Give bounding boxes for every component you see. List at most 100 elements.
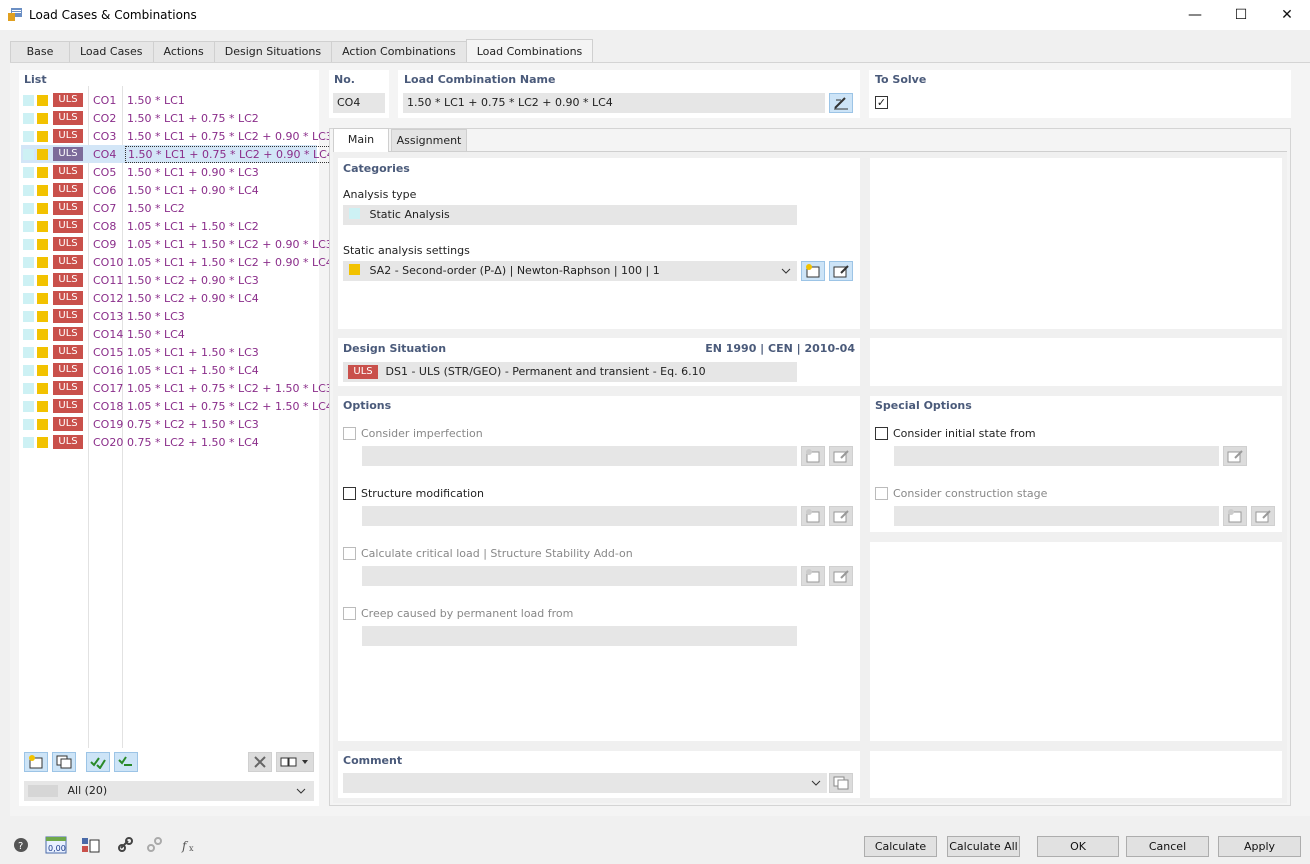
units-button[interactable]: 0,00 <box>44 834 68 856</box>
structure-modification-field[interactable] <box>362 506 797 526</box>
analysis-type-field[interactable]: Static Analysis <box>343 205 797 225</box>
imperfection-field[interactable] <box>362 446 797 466</box>
color-swatch <box>37 167 48 178</box>
subtab-assignment[interactable]: Assignment <box>391 129 467 151</box>
combination-name: 1.50 * LC1 + 0.75 * LC2 + 0.90 * LC3 <box>127 130 333 143</box>
list-item[interactable]: ULS CO19 0.75 * LC2 + 1.50 * LC3 <box>21 415 317 433</box>
list-item[interactable]: ULS CO15 1.05 * LC1 + 1.50 * LC3 <box>21 343 317 361</box>
subtab-main[interactable]: Main <box>333 128 389 152</box>
structure-modification-checkbox[interactable] <box>343 487 356 500</box>
list-item[interactable]: ULS CO4 1.50 * LC1 + 0.75 * LC2 + 0.90 * L… <box>21 145 337 163</box>
critical-load-checkbox[interactable] <box>343 547 356 560</box>
uls-badge: ULS <box>348 365 378 379</box>
list-item[interactable]: ULS CO3 1.50 * LC1 + 0.75 * LC2 + 0.90 * L… <box>21 127 333 145</box>
list-item[interactable]: ULS CO14 1.50 * LC4 <box>21 325 317 343</box>
initial-state-edit-button[interactable] <box>1223 446 1247 466</box>
color-swatch <box>23 329 34 340</box>
structure-modification-edit-button[interactable] <box>829 506 853 526</box>
imperfection-checkbox[interactable] <box>343 427 356 440</box>
critical-load-new-button[interactable] <box>801 566 825 586</box>
list-item[interactable]: ULS CO20 0.75 * LC2 + 1.50 * LC4 <box>21 433 317 451</box>
list-item[interactable]: ULS CO18 1.05 * LC1 + 0.75 * LC2 + 1.50 * … <box>21 397 333 415</box>
combination-id: CO17 <box>93 382 124 395</box>
list-item[interactable]: ULS CO16 1.05 * LC1 + 1.50 * LC4 <box>21 361 317 379</box>
categories-side-panel <box>870 158 1282 329</box>
color-swatch <box>23 419 34 430</box>
new-settings-button[interactable] <box>801 261 825 281</box>
to-solve-checkbox[interactable]: ✓ <box>875 96 888 109</box>
list-item[interactable]: ULS CO1 1.50 * LC1 <box>21 91 317 109</box>
imperfection-new-button[interactable] <box>801 446 825 466</box>
ok-button[interactable]: OK <box>1037 836 1119 857</box>
comment-side-panel <box>870 751 1282 798</box>
close-button[interactable]: ✕ <box>1264 0 1310 30</box>
construction-stage-field[interactable] <box>894 506 1219 526</box>
construction-stage-checkbox[interactable] <box>875 487 888 500</box>
tab-actions[interactable]: Actions <box>152 41 215 62</box>
critical-load-edit-button[interactable] <box>829 566 853 586</box>
creep-checkbox[interactable] <box>343 607 356 620</box>
color-swatch <box>37 257 48 268</box>
list-item[interactable]: ULS CO7 1.50 * LC2 <box>21 199 317 217</box>
list-item[interactable]: ULS CO6 1.50 * LC1 + 0.90 * LC4 <box>21 181 317 199</box>
imperfection-edit-button[interactable] <box>829 446 853 466</box>
cancel-button[interactable]: Cancel <box>1126 836 1209 857</box>
edit-settings-icon <box>1227 450 1243 463</box>
list-item[interactable]: ULS CO9 1.05 * LC1 + 1.50 * LC2 + 0.90 * L… <box>21 235 333 253</box>
edit-settings-button[interactable] <box>829 261 853 281</box>
view-options-button[interactable] <box>276 752 314 772</box>
toggle-check-button[interactable] <box>114 752 138 772</box>
name-field[interactable]: 1.50 * LC1 + 0.75 * LC2 + 0.90 * LC4 <box>403 93 825 113</box>
help-icon: ? <box>14 838 28 852</box>
comment-dropdown[interactable] <box>343 773 827 793</box>
design-standard: EN 1990 | CEN | 2010-04 <box>705 342 855 355</box>
unlink-button[interactable] <box>143 834 167 856</box>
filter-color-swatch <box>28 785 58 797</box>
creep-field[interactable] <box>362 626 797 646</box>
list-item[interactable]: ULS CO13 1.50 * LC3 <box>21 307 317 325</box>
list-item[interactable]: ULS CO8 1.05 * LC1 + 1.50 * LC2 <box>21 217 317 235</box>
construction-stage-new-button[interactable] <box>1223 506 1247 526</box>
list-item[interactable]: ULS CO10 1.05 * LC1 + 1.50 * LC2 + 0.90 * … <box>21 253 333 271</box>
maximize-button[interactable]: ☐ <box>1218 0 1264 30</box>
tab-action-combinations[interactable]: Action Combinations <box>331 41 467 62</box>
list-item[interactable]: ULS CO17 1.05 * LC1 + 0.75 * LC2 + 1.50 * … <box>21 379 333 397</box>
tab-load-cases[interactable]: Load Cases <box>69 41 154 62</box>
to-solve-label: To Solve <box>875 73 927 86</box>
options-header: Options <box>343 399 392 412</box>
structure-modification-new-button[interactable] <box>801 506 825 526</box>
check-all-button[interactable] <box>86 752 110 772</box>
design-situation-field[interactable]: ULS DS1 - ULS (STR/GEO) - Permanent and … <box>343 362 797 382</box>
edit-name-button[interactable] <box>829 93 853 113</box>
minimize-button[interactable]: — <box>1172 0 1218 30</box>
construction-stage-edit-button[interactable] <box>1251 506 1275 526</box>
list-item[interactable]: ULS CO12 1.50 * LC2 + 0.90 * LC4 <box>21 289 317 307</box>
link-button[interactable] <box>114 834 138 856</box>
help-button[interactable]: ? <box>9 834 33 856</box>
copy-combination-button[interactable] <box>52 752 76 772</box>
initial-state-field[interactable] <box>894 446 1219 466</box>
number-field[interactable]: CO4 <box>333 93 385 113</box>
initial-state-checkbox[interactable] <box>875 427 888 440</box>
list-item[interactable]: ULS CO11 1.50 * LC2 + 0.90 * LC3 <box>21 271 317 289</box>
display-button[interactable] <box>79 834 103 856</box>
list-item[interactable]: ULS CO2 1.50 * LC1 + 0.75 * LC2 <box>21 109 317 127</box>
formula-button[interactable]: fx <box>178 834 202 856</box>
static-settings-dropdown[interactable]: SA2 - Second-order (P-Δ) | Newton-Raphso… <box>343 261 797 281</box>
color-swatch <box>23 311 34 322</box>
critical-load-field[interactable] <box>362 566 797 586</box>
analysis-color-swatch <box>349 208 360 219</box>
delete-button[interactable] <box>248 752 272 772</box>
apply-button[interactable]: Apply <box>1218 836 1301 857</box>
list-item[interactable]: ULS CO5 1.50 * LC1 + 0.90 * LC3 <box>21 163 317 181</box>
comment-copy-button[interactable] <box>829 773 853 793</box>
tab-load-combinations[interactable]: Load Combinations <box>465 39 594 62</box>
calculate-button[interactable]: Calculate <box>864 836 937 857</box>
new-combination-button[interactable] <box>24 752 48 772</box>
categories-panel: Categories Analysis type Static Analysis… <box>338 158 860 329</box>
tab-base[interactable]: Base <box>10 41 70 62</box>
tab-design-situations[interactable]: Design Situations <box>213 41 333 62</box>
calculate-all-button[interactable]: Calculate All <box>947 836 1020 857</box>
list-filter-dropdown[interactable]: All (20) <box>24 781 314 801</box>
color-swatch <box>23 167 34 178</box>
